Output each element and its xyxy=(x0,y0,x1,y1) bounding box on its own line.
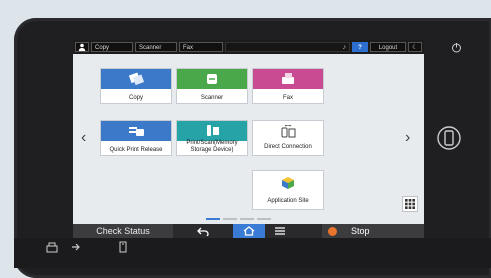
page-dot xyxy=(223,218,237,220)
next-page-arrow[interactable]: › xyxy=(405,130,410,146)
back-arrow-icon xyxy=(197,227,209,236)
tab-fax[interactable]: Fax xyxy=(179,42,223,52)
page-dot xyxy=(240,218,254,220)
touch-screen: Copy Scanner Fax ♪ ? Logout ☾ Copy Scann… xyxy=(73,40,424,238)
grid-icon xyxy=(405,199,415,209)
home-icon xyxy=(243,226,255,236)
app-scanner[interactable]: Scanner xyxy=(176,68,248,104)
page-indicator xyxy=(206,218,271,220)
back-button[interactable] xyxy=(173,224,233,238)
app-print-scan-memory-storage[interactable]: Print/Scan(Memory Storage Device) xyxy=(176,120,248,156)
storage-device-icon xyxy=(207,125,219,136)
page-dot xyxy=(257,218,271,220)
app-direct-connection[interactable]: Direct Connection xyxy=(252,120,324,156)
app-application-site[interactable]: Application Site xyxy=(252,170,324,210)
stop-button[interactable]: Stop xyxy=(322,224,424,238)
app-label: Scanner xyxy=(200,94,224,101)
stop-icon xyxy=(328,226,337,236)
stop-label: Stop xyxy=(351,226,370,236)
login-icon xyxy=(70,240,82,252)
app-label: Fax xyxy=(282,94,293,101)
application-site-icon xyxy=(282,177,294,189)
status-message-area: ♪ xyxy=(225,42,350,52)
app-list-button[interactable] xyxy=(402,196,418,212)
app-copy[interactable]: Copy xyxy=(100,68,172,104)
help-button[interactable]: ? xyxy=(352,42,368,52)
check-status-button[interactable]: Check Status xyxy=(73,224,173,238)
app-quick-print-release[interactable]: Quick Print Release xyxy=(100,120,172,156)
home-button[interactable] xyxy=(233,224,265,238)
app-label: Quick Print Release xyxy=(109,146,163,153)
menu-button[interactable] xyxy=(265,224,295,238)
fax-icon xyxy=(282,73,294,84)
previous-page-arrow[interactable]: ‹ xyxy=(81,130,86,146)
bottom-control-bar: Check Status Stop xyxy=(73,224,424,238)
menu-icon xyxy=(275,227,285,235)
logout-button[interactable]: Logout xyxy=(370,42,406,52)
app-label: Direct Connection xyxy=(264,143,312,150)
app-fax[interactable]: Fax xyxy=(252,68,324,104)
tab-scanner[interactable]: Scanner xyxy=(135,42,177,52)
nfc-phone-icon xyxy=(437,124,461,152)
direct-connection-icon xyxy=(281,125,296,138)
media-slot-icon xyxy=(117,240,129,253)
app-label: Application Site xyxy=(267,197,309,204)
microphone-icon[interactable]: ♪ xyxy=(343,43,347,52)
data-in-icon xyxy=(46,240,58,253)
tab-copy[interactable]: Copy xyxy=(91,42,133,52)
app-label: Print/Scan(Memory Storage Device) xyxy=(186,140,238,153)
power-icon[interactable] xyxy=(451,40,462,53)
top-status-bar: Copy Scanner Fax ♪ ? Logout ☾ xyxy=(73,40,424,54)
page-dot xyxy=(206,218,220,220)
print-release-icon xyxy=(129,127,144,136)
moon-icon[interactable]: ☾ xyxy=(408,42,422,52)
user-icon[interactable] xyxy=(75,42,89,52)
app-label: Copy xyxy=(128,94,143,101)
copy-icon xyxy=(128,72,145,86)
scanner-icon xyxy=(207,74,217,84)
